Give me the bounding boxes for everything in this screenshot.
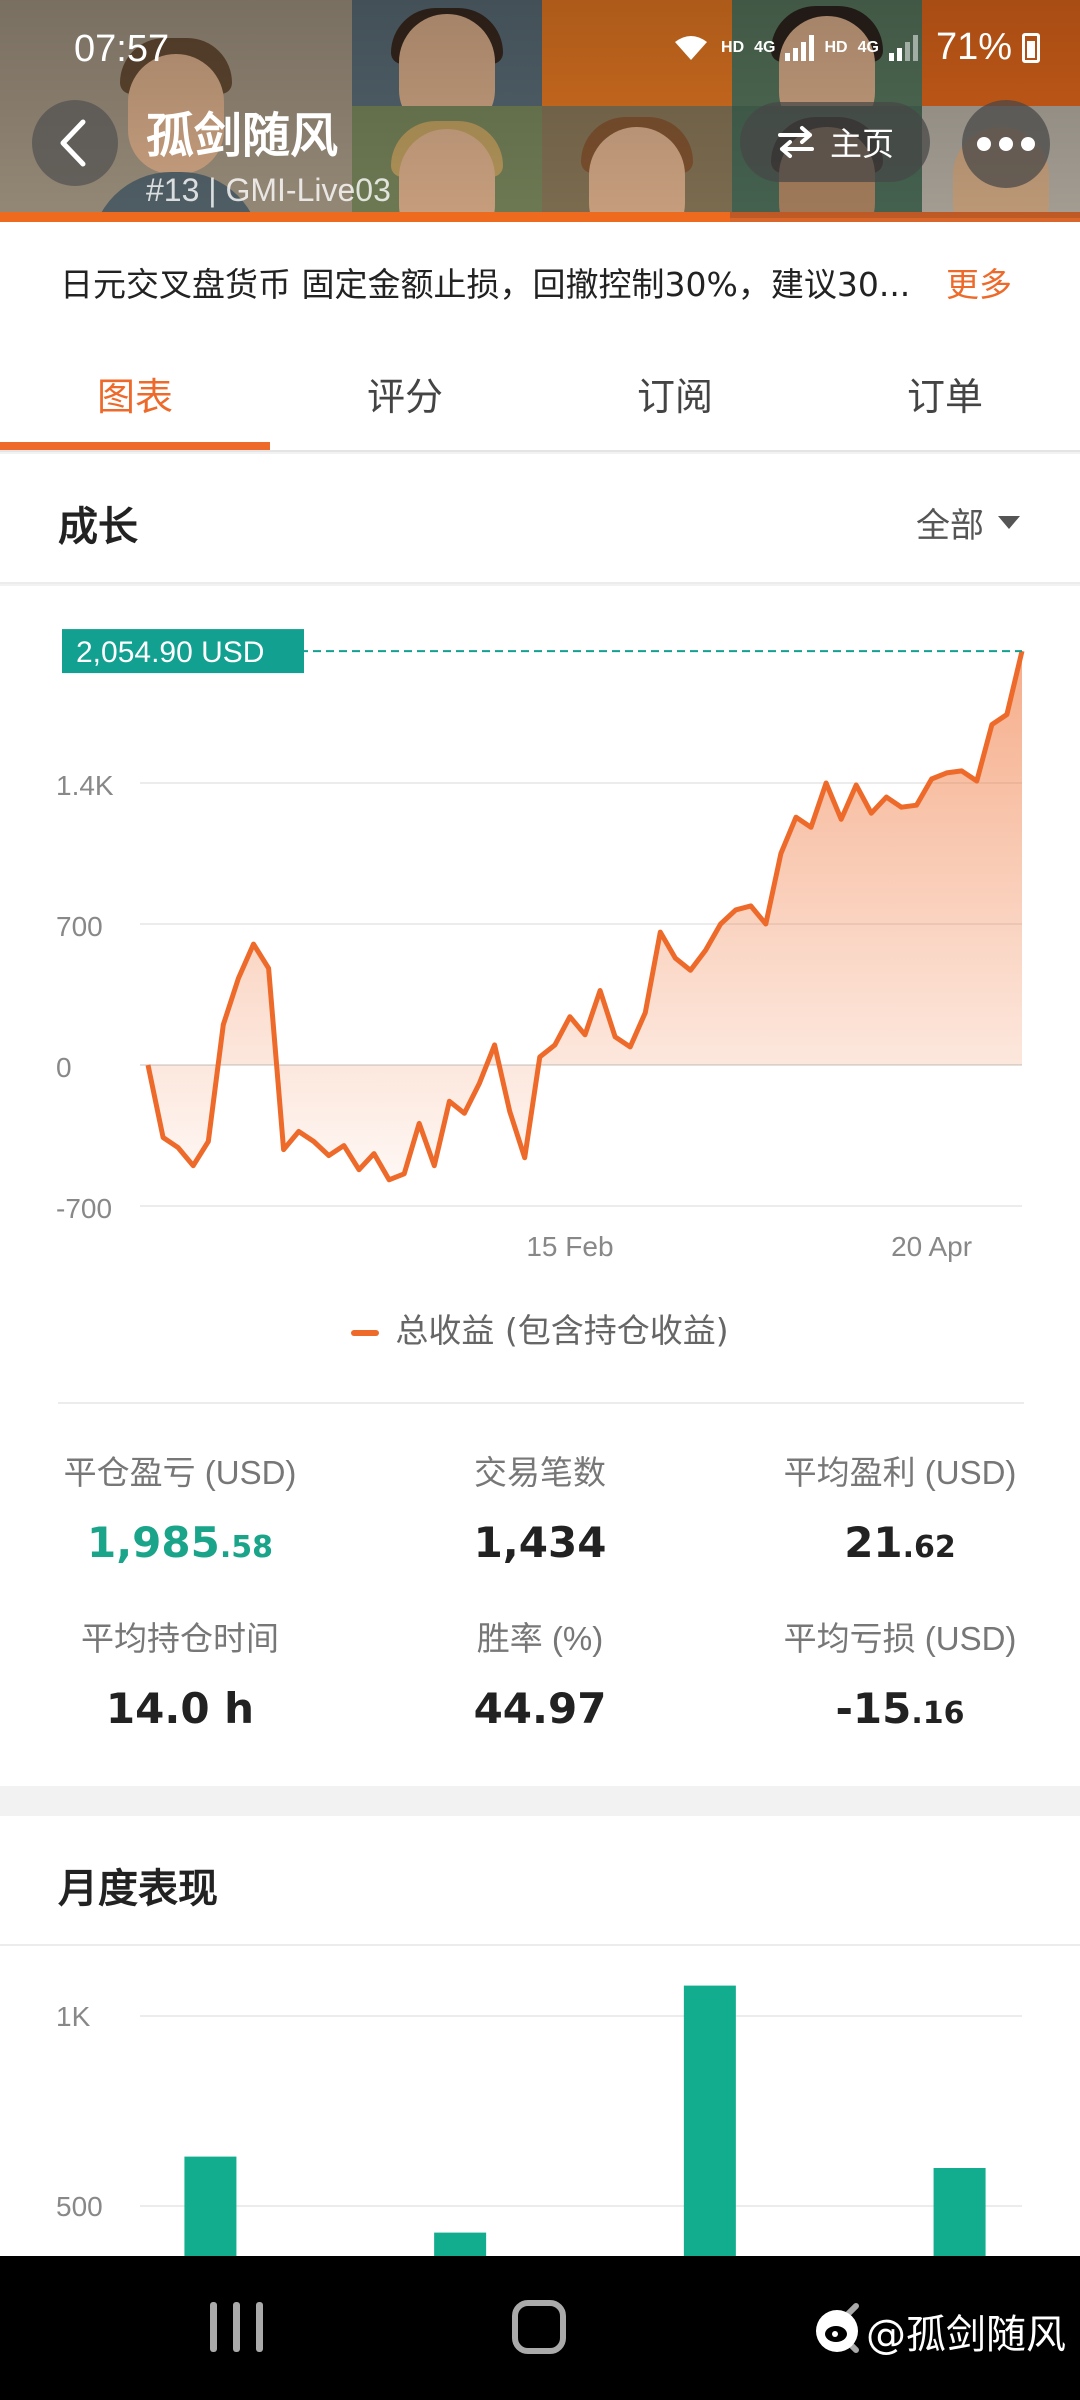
monthly-bar xyxy=(683,1985,736,2256)
stat-avg-profit: 平均盈利 (USD) 21.62 xyxy=(720,1446,1080,1567)
monthly-bar xyxy=(933,2168,986,2256)
weibo-logo-icon xyxy=(816,2310,858,2352)
stat-win-rate: 胜率 (%) 44.97 xyxy=(360,1612,720,1733)
caret-down-icon xyxy=(998,516,1020,529)
stat-value: 44.97 xyxy=(473,1684,607,1733)
home-nav-button[interactable] xyxy=(512,2300,566,2354)
profile-header: 07:57 HD 4G HD 4G 71% 孤剑随风 #13 | GMI-Liv… xyxy=(0,0,1080,222)
dot-icon xyxy=(999,137,1013,151)
watermark-text: @孤剑随风 xyxy=(866,2312,1066,2358)
network-tech-label: 4G xyxy=(754,38,776,56)
section-separator xyxy=(0,1786,1080,1816)
tab-bar: 图表 评分 订阅 订单 xyxy=(0,332,1080,452)
growth-card: 1.4K7000-7002,054.90 USD15 Feb20 Apr24 J… xyxy=(0,586,1080,1786)
section-title: 成长 xyxy=(58,504,138,550)
stat-label: 平均亏损 (USD) xyxy=(783,1620,1017,1657)
stat-value: 21.62 xyxy=(844,1518,956,1567)
stat-value: 1,434 xyxy=(473,1518,607,1567)
stat-label: 平仓盈亏 (USD) xyxy=(63,1454,297,1491)
stat-label: 平均盈利 (USD) xyxy=(783,1454,1017,1491)
tab-rating[interactable]: 评分 xyxy=(270,366,540,421)
divider xyxy=(58,1402,1024,1404)
monthly-section-header: 月度表现 xyxy=(0,1816,1080,1946)
stat-closed-pnl: 平仓盈亏 (USD) 1,985.58 xyxy=(0,1446,360,1567)
active-tab-indicator xyxy=(0,442,270,450)
home-button[interactable]: 主页 xyxy=(740,102,930,182)
y-tick-label: -700 xyxy=(56,1193,112,1224)
stat-trade-count: 交易笔数 1,434 xyxy=(360,1446,720,1567)
chevron-left-icon xyxy=(60,119,86,167)
y-tick-label: 1.4K xyxy=(56,770,114,801)
more-link[interactable]: 更多 xyxy=(946,258,1012,306)
stat-value: 14.0 h xyxy=(105,1684,255,1733)
y-tick-label: 1K xyxy=(56,2001,91,2032)
signal-icon xyxy=(785,34,815,61)
stat-value: -15.16 xyxy=(835,1684,965,1733)
battery-percent: 71% xyxy=(935,26,1012,68)
stat-avg-hold-time: 平均持仓时间 14.0 h xyxy=(0,1612,360,1733)
swap-icon xyxy=(777,126,814,158)
watermark: @孤剑随风 xyxy=(816,2302,1066,2360)
stat-label: 胜率 (%) xyxy=(476,1620,604,1657)
network-tech-label: 4G xyxy=(857,38,879,56)
section-title: 月度表现 xyxy=(58,1866,218,1912)
monthly-chart: 1K 500 xyxy=(56,1985,1022,2256)
growth-chart: 1.4K7000-7002,054.90 USD15 Feb20 Apr24 J… xyxy=(56,629,1025,1262)
range-filter-label: 全部 xyxy=(916,506,984,546)
monthly-bar xyxy=(434,2232,487,2256)
strategy-description: 日元交叉盘货币 固定金额止损，回撤控制30%，建议30... xyxy=(60,265,911,304)
y-tick-label: 700 xyxy=(56,911,103,942)
stat-value: 1,985.58 xyxy=(86,1518,273,1567)
dot-icon xyxy=(1021,137,1035,151)
chart-legend: 总收益 (包含持仓收益) xyxy=(0,1304,1080,1352)
dot-icon xyxy=(977,137,991,151)
stat-label: 交易笔数 xyxy=(474,1454,606,1491)
trader-rank-account: #13 | GMI-Live03 xyxy=(146,172,391,208)
trader-name: 孤剑随风 xyxy=(146,108,339,164)
x-tick-label: 20 Apr xyxy=(891,1231,972,1262)
y-tick-label: 0 xyxy=(56,1052,72,1083)
growth-section-header: 成长 全部 xyxy=(0,454,1080,584)
back-button[interactable] xyxy=(32,100,118,186)
legend-swatch xyxy=(351,1329,380,1336)
more-options-button[interactable] xyxy=(962,100,1050,188)
tab-orders[interactable]: 订单 xyxy=(810,366,1080,421)
strategy-description-row: 日元交叉盘货币 固定金额止损，回撤控制30%，建议30... 更多 xyxy=(0,222,1080,332)
tab-chart[interactable]: 图表 xyxy=(0,366,270,421)
recent-apps-button[interactable] xyxy=(210,2302,263,2352)
y-tick-label: 500 xyxy=(56,2191,103,2222)
home-button-label: 主页 xyxy=(829,125,894,163)
range-filter-dropdown[interactable]: 全部 xyxy=(916,498,1020,547)
stat-avg-loss: 平均亏损 (USD) -15.16 xyxy=(720,1612,1080,1733)
wifi-icon xyxy=(675,35,708,60)
system-nav-bar: @孤剑随风 xyxy=(0,2256,1080,2400)
signal-icon xyxy=(888,34,918,61)
status-time: 07:57 xyxy=(74,28,170,70)
battery-icon xyxy=(1022,32,1040,63)
tab-subscribe[interactable]: 订阅 xyxy=(540,366,810,421)
network-label: HD xyxy=(824,38,848,56)
monthly-card: 1K 500 xyxy=(0,1946,1080,2256)
x-tick-label: 15 Feb xyxy=(526,1231,613,1262)
current-value-label: 2,054.90 USD xyxy=(76,636,264,669)
monthly-bar xyxy=(184,2156,237,2256)
legend-label: 总收益 (包含持仓收益) xyxy=(395,1311,729,1350)
stat-label: 平均持仓时间 xyxy=(81,1620,279,1657)
network-label: HD xyxy=(721,38,745,56)
brand-stripe xyxy=(0,212,730,222)
status-icons: HD 4G HD 4G 71% xyxy=(671,26,1040,69)
